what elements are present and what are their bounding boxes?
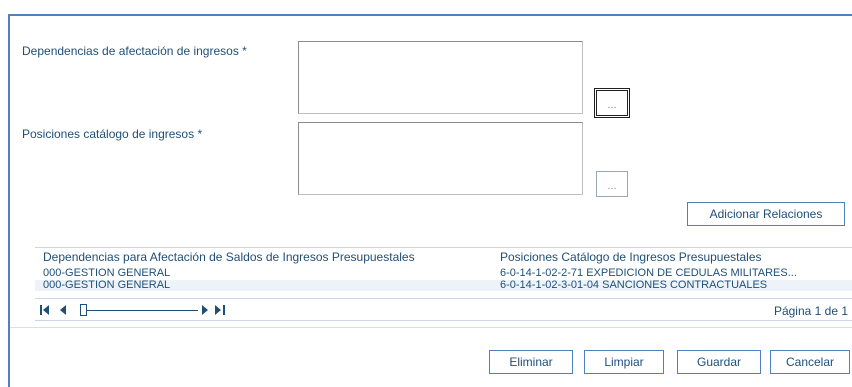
grid-header-posiciones[interactable]: Posiciones Catálogo de Ingresos Presupue… <box>500 250 840 264</box>
grid-header: Dependencias para Afectación de Saldos d… <box>35 250 852 266</box>
grid-pager: Página 1 de 1 <box>35 298 852 322</box>
posiciones-label: Posiciones catálogo de ingresos * <box>22 127 203 141</box>
dependencias-textarea[interactable] <box>298 41 583 114</box>
prev-page-icon[interactable] <box>60 304 66 316</box>
first-page-icon[interactable] <box>40 304 50 316</box>
table-row[interactable]: 000-GESTION GENERAL 6-0-14-1-02-3-01-04 … <box>35 280 852 291</box>
posiciones-textarea[interactable] <box>298 122 583 195</box>
row-dependencia: 000-GESTION GENERAL <box>43 279 171 291</box>
row-posicion: 6-0-14-1-02-2-71 EXPEDICIÓN DE CÉDULAS M… <box>500 268 797 279</box>
grid-header-dependencias[interactable]: Dependencias para Afectación de Saldos d… <box>43 250 415 264</box>
form-frame-left-border <box>8 14 10 387</box>
table-row[interactable]: 000-GESTION GENERAL 6-0-14-1-02-2-71 EXP… <box>35 268 852 279</box>
cancelar-button[interactable]: Cancelar <box>770 350 850 374</box>
row-dependencia: 000-GESTION GENERAL <box>43 267 171 279</box>
eliminar-button[interactable]: Eliminar <box>489 350 573 374</box>
adicionar-relaciones-button[interactable]: Adicionar Relaciones <box>687 202 845 226</box>
last-page-icon[interactable] <box>215 304 225 316</box>
dependencias-lookup-button[interactable]: ... <box>594 88 630 118</box>
form-frame-top-border <box>8 14 852 16</box>
relaciones-grid: Dependencias para Afectación de Saldos d… <box>35 247 852 321</box>
page-info: Página 1 de 1 <box>773 304 848 318</box>
posiciones-lookup-button[interactable]: ... <box>596 171 628 197</box>
page-slider-track[interactable] <box>83 310 198 311</box>
page-slider-handle[interactable] <box>80 304 87 316</box>
section-divider <box>10 327 852 328</box>
limpiar-button[interactable]: Limpiar <box>584 350 664 374</box>
next-page-icon[interactable] <box>202 304 208 316</box>
row-posicion: 6-0-14-1-02-3-01-04 SANCIONES CONTRACTUA… <box>500 280 768 291</box>
dependencias-label: Dependencias de afectación de ingresos * <box>22 44 247 58</box>
guardar-button[interactable]: Guardar <box>677 350 761 374</box>
